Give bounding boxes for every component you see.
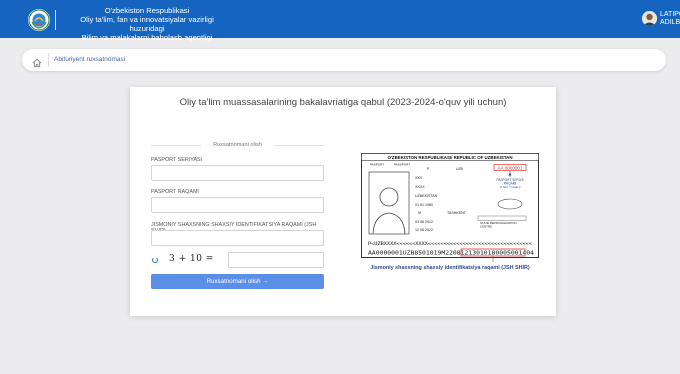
mrz-line-2-prefix: AA0000001UZB8501019M2208121	[368, 251, 472, 257]
org-line-3: Bilim va malakalarni baholash agentligi	[81, 32, 213, 42]
heading-line-right	[274, 145, 324, 146]
user-name[interactable]: LATIPOV ADILBEK	[660, 11, 680, 27]
user-given-name: ADILBEK	[660, 19, 680, 26]
mrz-line-1: P<UZBXXXX<<<<<<XXXX<<<<<<<<<<<<<<<<<<<<<…	[368, 241, 533, 246]
captcha-answer-input[interactable]	[228, 252, 324, 268]
passport-header-text: O'ZBEKISTON RESPUBLIKASI/ REPUBLIC OF UZ…	[387, 155, 512, 160]
refresh-icon[interactable]	[152, 257, 158, 263]
passport-birth-place: TASHKENT	[447, 211, 467, 215]
passport-nationality: UZBEKISTAN	[415, 194, 438, 198]
passport-expiry-date: 12 08 2022	[415, 228, 433, 232]
passport-code-value: UZB	[456, 167, 464, 171]
pinfl-input[interactable]	[151, 230, 324, 246]
mrz-line-2-suffix: 04	[526, 251, 534, 257]
passport-sample-image: O'ZBEKISTON RESPUBLIKASI/ REPUBLIC OF UZ…	[361, 153, 539, 276]
passport-number-value: AA 0000001	[497, 165, 522, 170]
organization-name: O'zbekiston Respublikasi Oliy ta'lim, fa…	[62, 6, 232, 43]
breadcrumb-current[interactable]: Abituriyent ruxsatnomasi	[54, 56, 125, 63]
page-title: Oliy ta'lim muassasalarining bakalavriat…	[179, 97, 507, 108]
captcha-question: 3 + 10 =	[169, 254, 214, 264]
passport-number-label: PASPORT RAQAMI	[151, 189, 199, 195]
passport-type-label: PASPORT	[370, 163, 384, 167]
get-permit-button[interactable]: Ruxsatnomani olish →	[151, 274, 324, 289]
avatar[interactable]	[642, 11, 657, 26]
passport-number-input[interactable]	[151, 197, 324, 213]
header-divider	[55, 10, 56, 30]
passport-sex: M	[418, 211, 421, 215]
user-surname: LATIPOV	[660, 11, 680, 18]
permit-card: Oliy ta'lim muassasalarining bakalavriat…	[130, 87, 556, 316]
breadcrumb-separator	[48, 53, 49, 67]
breadcrumb: Abituriyent ruxsatnomasi	[22, 49, 666, 71]
passport-series-label: PASPORT SERIYASI	[151, 157, 203, 163]
series-note-line-3: (2 harf, 7 raqam)	[500, 185, 521, 189]
passport-birth-date: 01 01 1980	[415, 203, 433, 207]
home-icon[interactable]	[32, 55, 42, 68]
pinfl-caption: Jismoniy shaxsning shaxsiy identifikatsi…	[370, 265, 530, 271]
emblem-logo	[28, 9, 50, 31]
passport-series-input[interactable]	[151, 165, 324, 181]
top-bar: O'zbekiston Respublikasi Oliy ta'lim, fa…	[0, 0, 680, 42]
authority-line-2: CENTRE	[480, 225, 492, 229]
passport-type-label-2: PASSPORT	[394, 163, 410, 167]
passport-surname: XXX	[415, 176, 423, 180]
org-line-2: Oliy ta'lim, fan va innovatsiyalar vazir…	[80, 14, 214, 33]
passport-given-name: XXXX	[415, 185, 425, 189]
passport-issue-date: 03 08 2012	[415, 220, 433, 224]
